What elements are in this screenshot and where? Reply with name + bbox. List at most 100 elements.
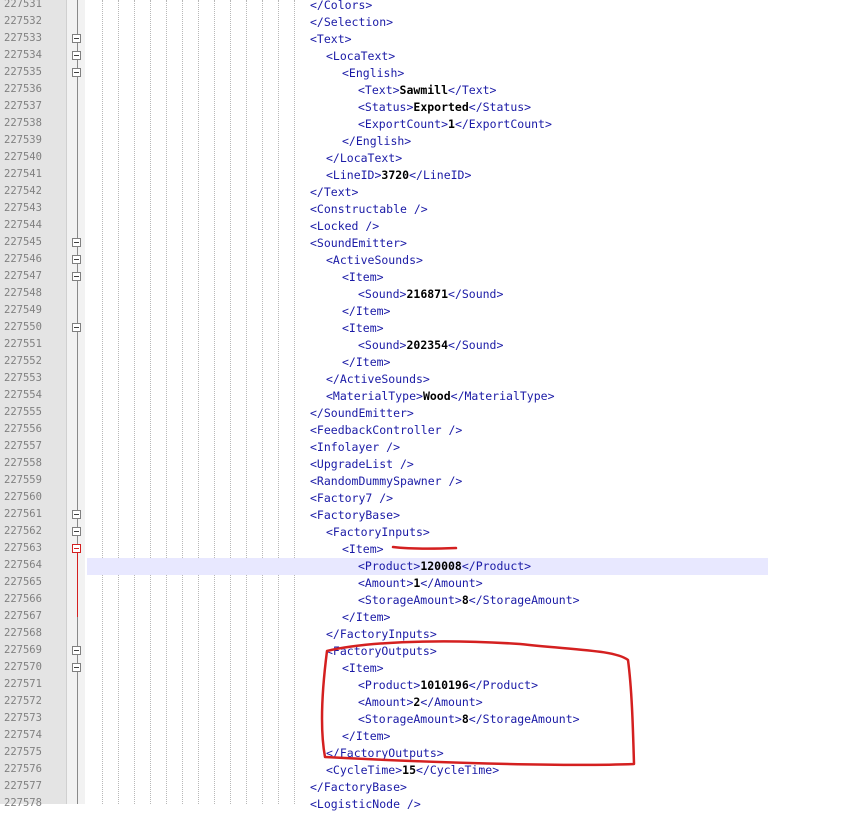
xml-tag-open: </Text>: [310, 185, 359, 199]
code-line[interactable]: 227565 <Amount>1</Amount>: [0, 575, 858, 592]
fold-toggle-icon[interactable]: [72, 68, 81, 77]
xml-tag-open: </Item>: [342, 355, 391, 369]
code-line[interactable]: 227556 <FeedbackController />: [0, 422, 858, 439]
xml-code: <LineID>3720</LineID>: [326, 168, 471, 182]
code-line[interactable]: 227542 </Text>: [0, 184, 858, 201]
code-line[interactable]: 227541 <LineID>3720</LineID>: [0, 167, 858, 184]
code-line[interactable]: 227545 <SoundEmitter>: [0, 235, 858, 252]
xml-code: </ActiveSounds>: [326, 372, 430, 386]
fold-toggle-icon[interactable]: [72, 663, 81, 672]
fold-toggle-icon[interactable]: [72, 510, 81, 519]
code-line[interactable]: 227578 <LogisticNode />: [0, 796, 858, 813]
line-number: 227539: [4, 134, 42, 146]
line-number: 227577: [4, 780, 42, 792]
code-line[interactable]: 227532 </Selection>: [0, 14, 858, 31]
fold-toggle-icon[interactable]: [72, 34, 81, 43]
xml-tag-open: </SoundEmitter>: [310, 406, 414, 420]
line-number: 227574: [4, 729, 42, 741]
fold-toggle-icon[interactable]: [72, 51, 81, 60]
code-line[interactable]: 227551 <Sound>202354</Sound>: [0, 337, 858, 354]
xml-tag-close: </Amount>: [420, 576, 483, 590]
fold-toggle-icon[interactable]: [72, 238, 81, 247]
xml-tag-open: <Product>: [358, 678, 421, 692]
line-number: 227544: [4, 219, 42, 231]
code-line[interactable]: 227553 </ActiveSounds>: [0, 371, 858, 388]
code-line[interactable]: 227547 <Item>: [0, 269, 858, 286]
fold-toggle-icon[interactable]: [72, 272, 81, 281]
xml-code: <CycleTime>15</CycleTime>: [326, 763, 499, 777]
xml-tag-open: <Item>: [342, 542, 384, 556]
code-line[interactable]: 227548 <Sound>216871</Sound>: [0, 286, 858, 303]
code-line[interactable]: 227558 <UpgradeList />: [0, 456, 858, 473]
code-line[interactable]: 227534 <LocaText>: [0, 48, 858, 65]
line-number: 227566: [4, 593, 42, 605]
xml-tag-open: <Amount>: [358, 576, 414, 590]
code-line[interactable]: 227574 </Item>: [0, 728, 858, 745]
code-line[interactable]: 227550 <Item>: [0, 320, 858, 337]
code-line[interactable]: 227533 <Text>: [0, 31, 858, 48]
code-line[interactable]: 227536 <Text>Sawmill</Text>: [0, 82, 858, 99]
code-line[interactable]: 227566 <StorageAmount>8</StorageAmount>: [0, 592, 858, 609]
line-number: 227533: [4, 32, 42, 44]
code-line[interactable]: 227571 <Product>1010196</Product>: [0, 677, 858, 694]
code-line[interactable]: 227575 </FactoryOutputs>: [0, 745, 858, 762]
code-line[interactable]: 227540 </LocaText>: [0, 150, 858, 167]
code-line[interactable]: 227555 </SoundEmitter>: [0, 405, 858, 422]
xml-tag-open: <RandomDummySpawner />: [310, 474, 463, 488]
xml-tag-open: </Item>: [342, 610, 391, 624]
code-line[interactable]: 227539 </English>: [0, 133, 858, 150]
xml-code: </Item>: [342, 729, 390, 743]
code-line[interactable]: 227560 <Factory7 />: [0, 490, 858, 507]
xml-editor[interactable]: 227531 </Colors> 227532 </Selection> 227533 <…: [0, 0, 858, 811]
fold-toggle-icon[interactable]: [72, 646, 81, 655]
code-line[interactable]: 227543 <Constructable />: [0, 201, 858, 218]
code-line[interactable]: 227535 <English>: [0, 65, 858, 82]
fold-toggle-icon[interactable]: [72, 527, 81, 536]
code-line[interactable]: 227562 <FactoryInputs>: [0, 524, 858, 541]
code-line[interactable]: 227568 </FactoryInputs>: [0, 626, 858, 643]
code-line[interactable]: 227552 </Item>: [0, 354, 858, 371]
code-line[interactable]: 227563 <Item>: [0, 541, 858, 558]
code-line[interactable]: 227576 <CycleTime>15</CycleTime>: [0, 762, 858, 779]
fold-toggle-icon[interactable]: [72, 323, 81, 332]
line-number: 227572: [4, 695, 42, 707]
code-line[interactable]: 227538 <ExportCount>1</ExportCount>: [0, 116, 858, 133]
fold-toggle-icon[interactable]: [72, 544, 81, 553]
xml-value: 202354: [406, 338, 449, 352]
xml-tag-open: <Infolayer />: [310, 440, 401, 454]
code-line[interactable]: 227544 <Locked />: [0, 218, 858, 235]
fold-toggle-icon[interactable]: [72, 255, 81, 264]
xml-code: <StorageAmount>8</StorageAmount>: [358, 712, 580, 726]
code-line[interactable]: 227561 <FactoryBase>: [0, 507, 858, 524]
line-number: 227547: [4, 270, 42, 282]
xml-tag-close: </Product>: [461, 559, 532, 573]
code-line[interactable]: 227567 </Item>: [0, 609, 858, 626]
xml-tag-open: </FactoryOutputs>: [326, 746, 444, 760]
code-line[interactable]: 227554 <MaterialType>Wood</MaterialType>: [0, 388, 858, 405]
xml-tag-open: <Sound>: [358, 338, 407, 352]
xml-code: <SoundEmitter>: [310, 236, 407, 250]
xml-code: <Product>1010196</Product>: [358, 678, 538, 692]
code-line[interactable]: 227570 <Item>: [0, 660, 858, 677]
code-line[interactable]: 227577 </FactoryBase>: [0, 779, 858, 796]
code-line[interactable]: 227531 </Colors>: [0, 0, 858, 14]
xml-tag-open: <Constructable />: [310, 202, 428, 216]
xml-tag-open: <Item>: [342, 661, 384, 675]
xml-code: <Product>120008</Product>: [358, 559, 531, 573]
line-number: 227532: [4, 15, 42, 27]
code-line[interactable]: 227537 <Status>Exported</Status>: [0, 99, 858, 116]
code-line[interactable]: 227549 </Item>: [0, 303, 858, 320]
xml-tag-close: </Sound>: [448, 338, 504, 352]
line-number: 227576: [4, 763, 42, 775]
code-line[interactable]: 227559 <RandomDummySpawner />: [0, 473, 858, 490]
line-number: 227545: [4, 236, 42, 248]
code-line[interactable]: 227569 <FactoryOutputs>: [0, 643, 858, 660]
code-line[interactable]: 227573 <StorageAmount>8</StorageAmount>: [0, 711, 858, 728]
code-line[interactable]: 227546 <ActiveSounds>: [0, 252, 858, 269]
xml-tag-close: </Product>: [468, 678, 539, 692]
code-line[interactable]: 227564 <Product>120008</Product>: [0, 558, 858, 575]
code-line[interactable]: 227572 <Amount>2</Amount>: [0, 694, 858, 711]
code-line[interactable]: 227557 <Infolayer />: [0, 439, 858, 456]
xml-code: </SoundEmitter>: [310, 406, 414, 420]
xml-value: 1010196: [420, 678, 469, 692]
